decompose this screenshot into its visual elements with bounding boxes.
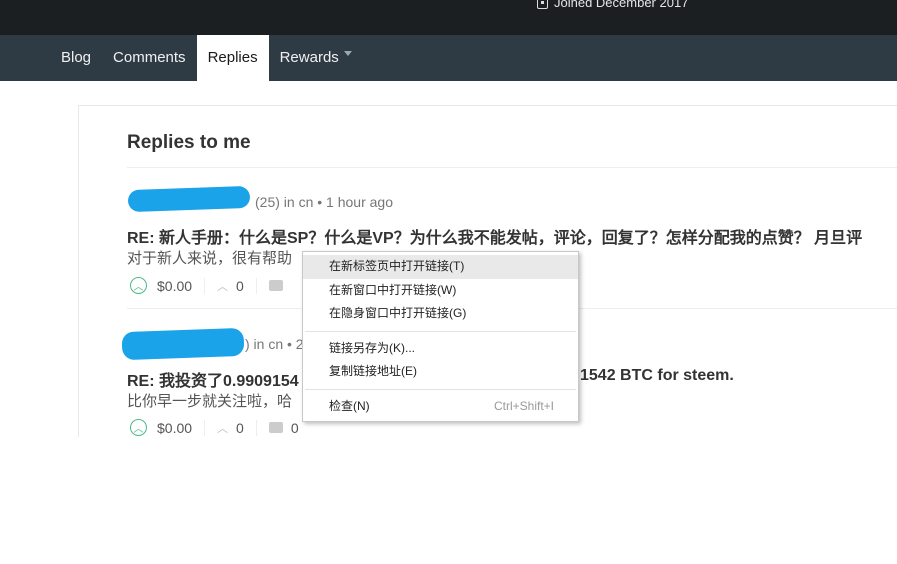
tab-comments[interactable]: Comments [102,35,197,81]
reply-title-link[interactable]: RE: 我投资了0.9909154 [127,367,299,391]
vote-count[interactable]: 0 [236,278,244,294]
menu-open-incognito[interactable]: 在隐身窗口中打开链接(G) [303,302,578,326]
menu-label: 复制链接地址(E) [329,364,417,378]
reply-title-link[interactable]: RE: 新人手册：什么是SP？什么是VP？为什么我不能发帖，评论，回复了？怎样分… [127,224,862,248]
voters-chevron-icon[interactable]: ︿ [217,420,228,436]
payout[interactable]: $0.00 [157,278,192,294]
menu-copy-link[interactable]: 复制链接地址(E) [303,360,578,384]
calendar-icon [537,0,548,9]
menu-label: 在隐身窗口中打开链接(G) [329,306,467,320]
reply-meta: ) in cn • 2 [245,336,304,352]
menu-separator [305,388,576,390]
reply-meta: (25) in cn • 1 hour ago [255,194,393,210]
joined-date: Joined December 2017 [537,0,688,10]
menu-label: 在新窗口中打开链接(W) [329,282,457,297]
comment-icon[interactable] [268,280,283,291]
tab-replies[interactable]: Replies [196,35,269,81]
comment-count[interactable]: 0 [291,420,299,436]
voters-chevron-icon[interactable]: ︿ [217,278,228,294]
payout[interactable]: $0.00 [157,420,192,436]
tab-rewards[interactable]: Rewards [269,35,363,81]
context-menu: 在新标签页中打开链接(T) 在新窗口中打开链接(W) 在隐身窗口中打开链接(G)… [302,251,579,422]
caret-down-icon [343,51,352,60]
tab-rewards-label: Rewards [279,49,339,66]
redacted-author [127,185,251,213]
profile-nav: Blog Comments Replies Rewards [0,35,897,81]
menu-label: 在新标签页中打开链接(T) [329,259,465,273]
vote-count[interactable]: 0 [236,420,244,436]
reply-body[interactable]: 对于新人来说，很有帮助 [127,247,292,268]
divider [255,419,257,436]
menu-shortcut: Ctrl+Shift+I [493,398,554,413]
upvote-icon[interactable]: ︿ [130,419,147,436]
profile-header: Joined December 2017 [0,0,897,35]
reply-actions: ︿ $0.00 ︿ 0 0 [130,419,299,436]
menu-separator [305,330,576,332]
menu-label: 检查(N) [329,398,370,413]
menu-open-new-window[interactable]: 在新窗口中打开链接(W) [303,279,578,303]
menu-open-new-tab[interactable]: 在新标签页中打开链接(T) [303,255,578,279]
divider [127,167,897,168]
joined-text: Joined December 2017 [554,0,689,10]
comment-icon[interactable] [268,422,283,433]
menu-save-link-as[interactable]: 链接另存为(K)... [303,337,578,361]
redacted-author [121,327,245,361]
reply-title-link-end[interactable]: 1542 BTC for steem. [580,367,734,385]
reply-body[interactable]: 比你早一步就关注啦，哈 [127,390,292,411]
divider [204,277,206,294]
menu-inspect[interactable]: 检查(N) Ctrl+Shift+I [303,395,578,419]
reply-actions: ︿ $0.00 ︿ 0 [130,277,291,294]
page-title: Replies to me [127,132,251,153]
upvote-icon[interactable]: ︿ [130,277,147,294]
menu-label: 链接另存为(K)... [329,340,415,355]
divider [255,277,257,294]
tab-blog[interactable]: Blog [50,35,102,81]
divider [204,419,206,436]
